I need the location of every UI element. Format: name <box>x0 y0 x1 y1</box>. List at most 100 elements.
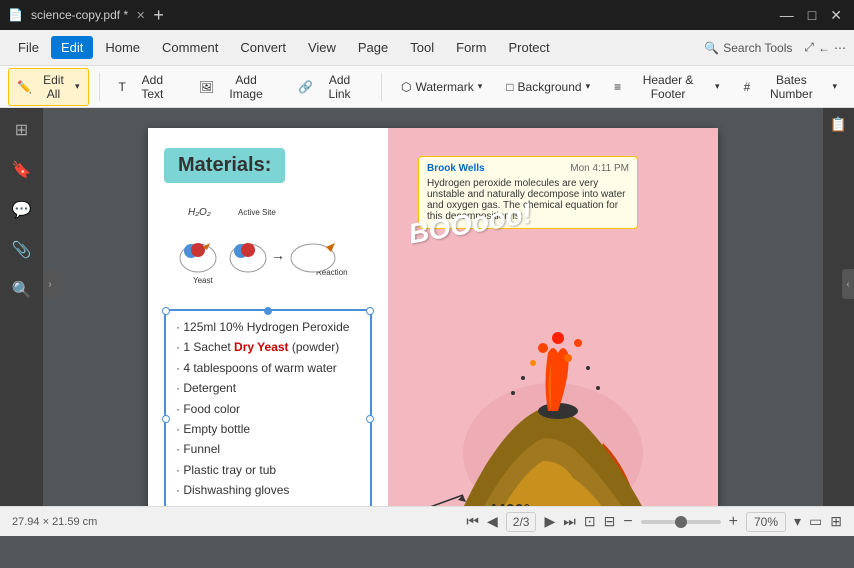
dropdown-arrow-icon: ▾ <box>832 81 837 92</box>
list-item: Food color <box>176 399 360 419</box>
pdf-page: Materials: H₂O₂ Active Site Reaction Yea… <box>148 128 718 506</box>
prev-page-button[interactable]: ◀ <box>487 513 498 530</box>
fit-width-button[interactable]: ⊟ <box>604 513 616 530</box>
add-text-button[interactable]: T Add Text <box>109 68 183 106</box>
menu-comment[interactable]: Comment <box>152 36 228 59</box>
close-button[interactable]: ✕ <box>826 7 846 24</box>
image-icon: 🖼 <box>199 80 214 94</box>
watermark-icon: ⬡ <box>401 80 411 94</box>
sidebar-toggle[interactable]: › <box>44 269 56 299</box>
svg-text:→: → <box>271 247 285 263</box>
new-tab-button[interactable]: + <box>153 5 164 26</box>
document-area[interactable]: Materials: H₂O₂ Active Site Reaction Yea… <box>44 108 822 506</box>
bates-icon: # <box>744 80 751 94</box>
add-image-button[interactable]: 🖼 Add Image <box>190 68 283 106</box>
menu-view[interactable]: View <box>298 36 346 59</box>
zoom-thumb[interactable] <box>675 516 687 528</box>
next-page-button[interactable]: ▶ <box>544 513 555 530</box>
text-icon: T <box>118 80 125 94</box>
fit-page-button[interactable]: ⊡ <box>584 513 596 530</box>
maximize-button[interactable]: □ <box>804 7 820 24</box>
temperature-value: 4400°c <box>488 502 539 506</box>
enzyme-diagram: H₂O₂ Active Site Reaction Yeast <box>164 203 372 293</box>
menu-form[interactable]: Form <box>446 36 496 59</box>
toolbar: ✏️ Edit All ▾ T Add Text 🖼 Add Image 🔗 A… <box>0 66 854 108</box>
watermark-button[interactable]: ⬡ Watermark ▾ <box>392 75 491 99</box>
svg-text:Yeast: Yeast <box>193 276 214 285</box>
attachment-icon[interactable]: 📎 <box>8 236 36 264</box>
zoom-slider[interactable] <box>641 520 721 524</box>
list-item: Detergent <box>176 378 360 398</box>
menu-edit[interactable]: Edit <box>51 36 93 59</box>
left-panel: ⊞ 🔖 💬 📎 🔍 <box>0 108 44 506</box>
right-sidebar-toggle[interactable]: ‹ <box>842 269 854 299</box>
temperature-text: 4400°c <box>428 502 539 506</box>
title-bar: 📄 science-copy.pdf * ✕ + — □ ✕ <box>0 0 854 30</box>
zoom-dropdown-button[interactable]: ▾ <box>794 513 801 530</box>
zoom-in-button[interactable]: + <box>729 513 738 531</box>
list-item: Funnel <box>176 439 360 459</box>
search-icon[interactable]: 🔍 <box>8 276 36 304</box>
app-icon: 📄 <box>8 8 23 22</box>
page-left-content: Materials: H₂O₂ Active Site Reaction Yea… <box>148 128 388 506</box>
status-right: ⏮ ◀ 2/3 ▶ ⏭ ⊡ ⊟ − + 70% ▾ ▭ ⊞ <box>466 512 842 532</box>
first-page-button[interactable]: ⏮ <box>466 513 479 530</box>
forward-icon[interactable]: ⋯ <box>834 41 846 55</box>
back-icon[interactable]: ← <box>818 41 830 55</box>
dropdown-arrow-icon: ▾ <box>478 81 483 92</box>
header-footer-button[interactable]: ≡ Header & Footer ▾ <box>605 68 728 106</box>
search-tools-label[interactable]: Search Tools <box>723 41 792 55</box>
annotation-author: Brook Wells <box>427 163 485 174</box>
handle-top-mid[interactable] <box>264 307 272 315</box>
comment-icon[interactable]: 💬 <box>8 196 36 224</box>
handle-top-right[interactable] <box>366 307 374 315</box>
tab-close-icon[interactable]: ✕ <box>136 9 145 22</box>
menu-convert[interactable]: Convert <box>230 36 296 59</box>
page-info[interactable]: 2/3 <box>506 512 537 532</box>
menu-protect[interactable]: Protect <box>498 36 559 59</box>
list-item: Dishwashing gloves <box>176 480 360 500</box>
main-area: ⊞ 🔖 💬 📎 🔍 › Materials: H₂O₂ Active Site <box>0 108 854 506</box>
menu-home[interactable]: Home <box>95 36 150 59</box>
dimensions-label: 27.94 × 21.59 cm <box>12 516 97 528</box>
page-right-content: Brook Wells Mon 4:11 PM Hydrogen peroxid… <box>388 128 718 506</box>
svg-text:H₂O₂: H₂O₂ <box>188 207 211 218</box>
background-icon: □ <box>506 80 513 94</box>
handle-mid-left[interactable] <box>162 415 170 423</box>
background-button[interactable]: □ Background ▾ <box>497 75 599 99</box>
properties-icon[interactable]: 📋 <box>830 116 847 133</box>
list-item: 4 tablespoons of warm water <box>176 358 360 378</box>
list-item: Safty goggles <box>176 501 360 506</box>
dropdown-arrow-icon: ▾ <box>586 81 591 92</box>
single-page-view-button[interactable]: ▭ <box>809 513 822 530</box>
filename: science-copy.pdf * <box>31 8 128 22</box>
add-link-button[interactable]: 🔗 Add Link <box>289 68 371 106</box>
last-page-button[interactable]: ⏭ <box>563 513 576 530</box>
continuous-view-button[interactable]: ⊞ <box>830 513 842 530</box>
expand-icon[interactable]: ⤢ <box>804 40 814 55</box>
materials-list: 125ml 10% Hydrogen Peroxide 1 Sachet Dry… <box>164 309 372 506</box>
window-controls: — □ ✕ <box>776 7 846 24</box>
menu-file[interactable]: File <box>8 36 49 59</box>
list-item: Empty bottle <box>176 419 360 439</box>
materials-items-list: 125ml 10% Hydrogen Peroxide 1 Sachet Dry… <box>176 317 360 506</box>
separator-2 <box>381 73 382 101</box>
minimize-button[interactable]: — <box>776 7 798 24</box>
separator-1 <box>99 73 100 101</box>
link-icon: 🔗 <box>298 80 313 94</box>
status-bar: 27.94 × 21.59 cm ⏮ ◀ 2/3 ▶ ⏭ ⊡ ⊟ − + 70%… <box>0 506 854 536</box>
handle-top-left[interactable] <box>162 307 170 315</box>
materials-header: Materials: <box>164 148 285 183</box>
right-panel: 📋 <box>822 108 854 506</box>
handle-mid-right[interactable] <box>366 415 374 423</box>
zoom-out-button[interactable]: − <box>623 513 632 531</box>
bates-number-button[interactable]: # Bates Number ▾ <box>735 68 846 106</box>
pages-icon[interactable]: ⊞ <box>11 116 32 144</box>
edit-all-button[interactable]: ✏️ Edit All ▾ <box>8 68 89 106</box>
svg-text:Active Site: Active Site <box>238 208 276 217</box>
menu-page[interactable]: Page <box>348 36 398 59</box>
bookmark-icon[interactable]: 🔖 <box>8 156 36 184</box>
zoom-level[interactable]: 70% <box>746 512 786 532</box>
menu-tools[interactable]: Tool <box>400 36 444 59</box>
edit-icon: ✏️ <box>17 80 32 94</box>
